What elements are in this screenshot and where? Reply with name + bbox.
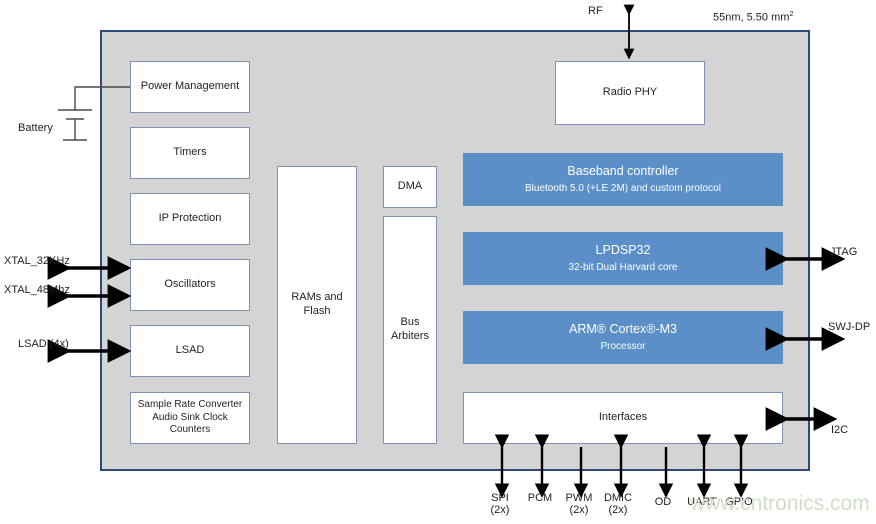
block-label: Power Management: [140, 80, 240, 93]
label-battery: Battery: [18, 122, 53, 134]
block-interfaces[interactable]: Interfaces: [463, 392, 783, 444]
block-subtitle: Bluetooth 5.0 (+LE 2M) and custom protoc…: [525, 182, 721, 194]
block-label: DMA: [397, 180, 423, 193]
block-radio-phy[interactable]: Radio PHY: [555, 61, 705, 125]
process-note-text: 55nm, 5.50 mm: [713, 11, 790, 24]
label-xtal-32khz: XTAL_32KHz: [4, 255, 70, 267]
label-spi-line1: SPI: [491, 492, 509, 504]
block-power-management[interactable]: Power Management: [130, 61, 250, 113]
block-bus-arbiters[interactable]: Bus Arbiters: [383, 216, 437, 444]
block-dma[interactable]: DMA: [383, 166, 437, 208]
block-cortex-m3[interactable]: ARM® Cortex®-M3 Processor: [463, 311, 783, 364]
block-label: Radio PHY: [602, 86, 658, 99]
block-ip-protection[interactable]: IP Protection: [130, 193, 250, 245]
block-title: ARM® Cortex®-M3: [568, 321, 677, 336]
label-swj-dp: SWJ-DP: [828, 321, 871, 333]
block-label-line2: Audio Sink Clock Counters: [152, 411, 228, 436]
label-jtag: JTAG: [830, 246, 858, 258]
block-oscillators[interactable]: Oscillators: [130, 259, 250, 311]
block-title: Baseband controller: [567, 163, 679, 178]
label-dmic-line1: DMIC: [603, 492, 633, 504]
label-spi: SPI (2x): [478, 492, 522, 516]
block-baseband-controller[interactable]: Baseband controller Bluetooth 5.0 (+LE 2…: [463, 153, 783, 206]
process-note-sup: 2: [789, 9, 794, 18]
label-lsad-4x: LSAD (4x): [18, 338, 69, 350]
block-diagram: Power Management Timers IP Protection Os…: [0, 0, 876, 524]
block-label: IP Protection: [158, 212, 222, 225]
site-watermark: www.cntronics.com: [690, 492, 870, 515]
block-label-line1: Sample Rate Converter: [137, 399, 243, 411]
block-label: Timers: [173, 146, 207, 159]
label-od-line1: OD: [654, 496, 672, 508]
block-label-line2: Flash: [303, 305, 331, 317]
label-dmic: DMIC (2x): [594, 492, 642, 516]
block-sample-rate-converter[interactable]: Sample Rate Converter Audio Sink Clock C…: [130, 392, 250, 444]
block-subtitle: 32-bit Dual Harvard core: [568, 261, 678, 273]
block-lsad[interactable]: LSAD: [130, 325, 250, 377]
block-timers[interactable]: Timers: [130, 127, 250, 179]
block-lpdsp32[interactable]: LPDSP32 32-bit Dual Harvard core: [463, 232, 783, 285]
label-xtal-48mhz: XTAL_48Mhz: [4, 284, 70, 296]
label-rf: RF: [588, 5, 603, 17]
block-label: LSAD: [175, 344, 205, 357]
label-spi-line2: (2x): [490, 504, 510, 516]
label-od: OD: [643, 496, 683, 508]
label-process-note: 55nm, 5.50 mm2: [713, 9, 794, 24]
label-dmic-line2: (2x): [608, 504, 628, 516]
block-label-line1: Bus: [400, 316, 420, 329]
block-title: LPDSP32: [595, 242, 651, 257]
block-rams-and-flash[interactable]: RAMs and Flash: [277, 166, 357, 444]
block-label: Oscillators: [164, 278, 216, 291]
block-label: Interfaces: [598, 411, 648, 424]
block-label-line1: RAMs and: [291, 291, 343, 304]
label-i2c: I2C: [831, 424, 849, 436]
block-subtitle: Processor: [600, 340, 646, 352]
block-label-line2: Arbiters: [391, 330, 429, 342]
